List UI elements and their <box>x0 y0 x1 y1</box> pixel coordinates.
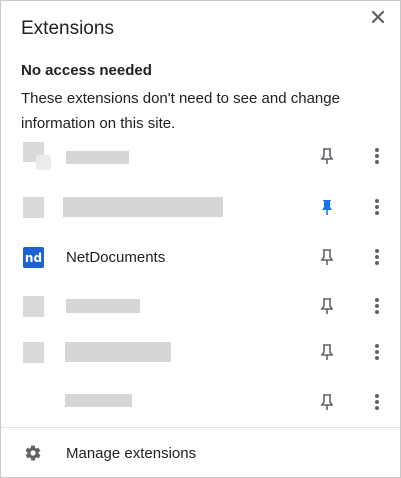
extension-icon <box>23 142 51 170</box>
pin-button[interactable] <box>317 146 337 166</box>
more-vert-icon <box>375 148 379 164</box>
section-heading: No access needed <box>21 62 152 79</box>
pin-icon <box>320 343 334 360</box>
pin-icon <box>320 393 334 410</box>
extension-row-netdocuments[interactable]: nd NetDocuments <box>1 235 400 279</box>
more-vert-icon <box>375 394 379 410</box>
close-icon <box>371 10 385 24</box>
popup-title: Extensions <box>21 18 114 39</box>
more-vert-icon <box>375 298 379 314</box>
more-options-button[interactable] <box>367 247 387 267</box>
more-vert-icon <box>375 199 379 215</box>
more-options-button[interactable] <box>367 197 387 217</box>
pin-icon <box>320 147 334 164</box>
pin-button[interactable] <box>317 197 337 217</box>
extension-icon <box>23 197 44 218</box>
extensions-popup: Extensions No access needed These extens… <box>0 0 401 478</box>
more-options-button[interactable] <box>367 392 387 412</box>
section-description: These extensions don't need to see and c… <box>21 90 340 132</box>
more-vert-icon <box>375 249 379 265</box>
redacted-extension-name <box>63 197 223 217</box>
more-vert-icon <box>375 344 379 360</box>
manage-extensions-label: Manage extensions <box>66 445 197 462</box>
more-options-button[interactable] <box>367 342 387 362</box>
pin-button[interactable] <box>317 296 337 316</box>
netdocuments-icon: nd <box>23 247 44 268</box>
redacted-extension-name <box>66 151 129 164</box>
extension-icon <box>23 296 44 317</box>
more-options-button[interactable] <box>367 146 387 166</box>
gear-icon <box>23 443 43 463</box>
manage-extensions-button[interactable]: Manage extensions <box>1 431 400 475</box>
extension-row[interactable] <box>1 284 400 328</box>
extension-row[interactable] <box>1 134 400 178</box>
extension-row[interactable] <box>1 380 400 424</box>
pin-button[interactable] <box>317 392 337 412</box>
extension-row[interactable] <box>1 330 400 374</box>
pin-filled-icon <box>322 199 332 215</box>
extension-row[interactable] <box>1 185 400 229</box>
extension-name: NetDocuments <box>66 249 166 266</box>
extension-icon <box>23 392 44 413</box>
pin-icon <box>320 297 334 314</box>
divider <box>1 427 400 428</box>
pin-icon <box>320 248 334 265</box>
redacted-extension-name <box>65 342 171 362</box>
redacted-extension-name <box>66 299 140 313</box>
extension-icon <box>23 342 44 363</box>
pin-button[interactable] <box>317 247 337 267</box>
close-button[interactable] <box>368 7 388 27</box>
pin-button[interactable] <box>317 342 337 362</box>
redacted-extension-name <box>65 394 132 407</box>
more-options-button[interactable] <box>367 296 387 316</box>
